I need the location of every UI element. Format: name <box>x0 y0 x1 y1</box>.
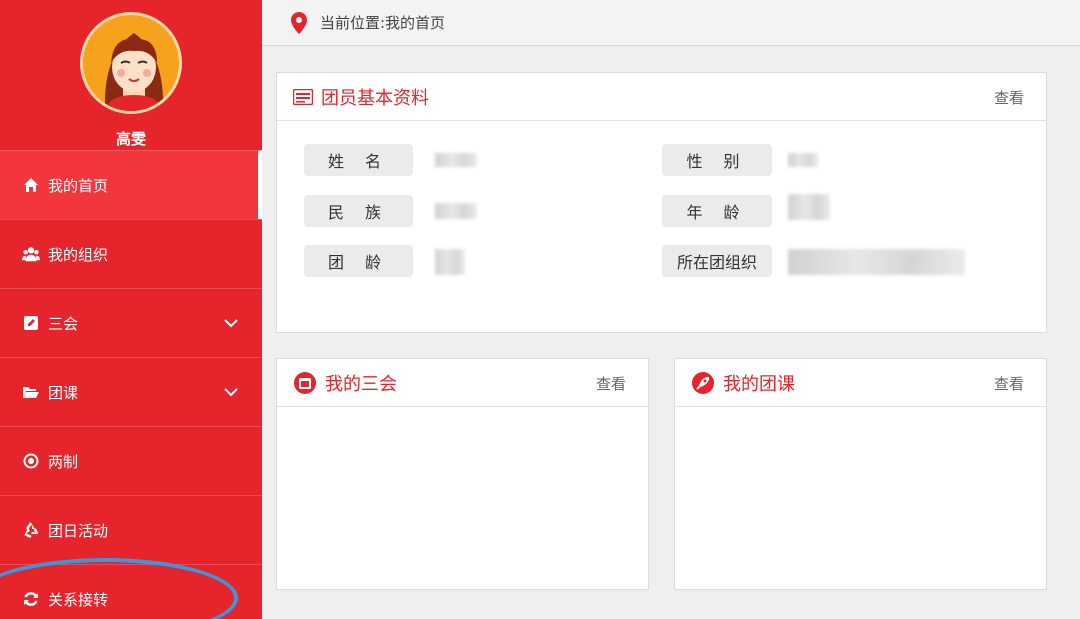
user-profile: 高雯 <box>0 0 262 150</box>
sidebar-item-transfer[interactable]: 关系接转 <box>0 564 262 619</box>
location-bar: 当前位置:我的首页 <box>262 0 1080 46</box>
league-courses-panel: 我的团课 查看 <box>674 358 1047 590</box>
panel-title: 团员基本资料 <box>321 87 429 109</box>
recycle-icon <box>22 521 40 539</box>
view-link[interactable]: 查看 <box>596 373 626 394</box>
view-link[interactable]: 查看 <box>994 87 1024 108</box>
sidebar-item-courses[interactable]: 团课 <box>0 357 262 426</box>
sidebar: 高雯 我的首页 我的组织 三会 团课 两制 团日活动 关系接转 <box>0 0 262 619</box>
organization-value-redacted <box>788 249 965 275</box>
panel-title: 我的三会 <box>325 373 397 395</box>
sidebar-item-two-systems[interactable]: 两制 <box>0 426 262 495</box>
member-info-panel: 团员基本资料 查看 姓 名 性 别 民 族 年 龄 团 龄 所在团组织 <box>276 72 1047 333</box>
breadcrumb: 当前位置:我的首页 <box>320 14 446 32</box>
league-age-label: 团 龄 <box>304 245 413 277</box>
sidebar-item-home[interactable]: 我的首页 <box>0 150 262 219</box>
panel-header: 团员基本资料 查看 <box>277 73 1046 121</box>
location-pin-icon <box>291 11 307 34</box>
list-icon <box>293 88 313 105</box>
username: 高雯 <box>115 130 146 148</box>
ethnicity-label: 民 族 <box>304 195 413 227</box>
sidebar-item-label: 团课 <box>48 383 79 402</box>
avatar-illustration <box>104 33 164 111</box>
sidebar-item-league-day[interactable]: 团日活动 <box>0 495 262 564</box>
age-label: 年 龄 <box>662 195 772 227</box>
home-icon <box>22 176 40 194</box>
view-link[interactable]: 查看 <box>994 373 1024 394</box>
avatar <box>80 12 182 114</box>
sidebar-item-label: 三会 <box>48 314 79 333</box>
organization-label: 所在团组织 <box>662 245 772 277</box>
sidebar-item-three-meetings[interactable]: 三会 <box>0 288 262 357</box>
panel-header: 我的团课 查看 <box>675 359 1046 407</box>
meeting-icon <box>294 371 316 394</box>
panel-header: 我的三会 查看 <box>277 359 648 407</box>
sidebar-item-label: 两制 <box>48 452 79 471</box>
rocket-icon <box>692 371 714 394</box>
sidebar-item-label: 我的首页 <box>48 176 109 195</box>
refresh-icon <box>22 590 40 608</box>
edit-icon <box>22 314 40 332</box>
name-label: 姓 名 <box>304 144 413 176</box>
three-meetings-panel: 我的三会 查看 <box>276 358 649 590</box>
name-value-redacted <box>435 153 477 167</box>
sidebar-item-label: 关系接转 <box>48 590 109 609</box>
panel-title: 我的团课 <box>723 373 795 395</box>
target-icon <box>22 452 40 470</box>
gender-value-redacted <box>788 153 818 167</box>
sidebar-item-label: 团日活动 <box>48 521 109 540</box>
users-icon <box>22 245 40 263</box>
sidebar-item-label: 我的组织 <box>48 245 109 264</box>
gender-label: 性 别 <box>662 144 772 176</box>
league-age-value-redacted <box>435 249 465 275</box>
chevron-down-icon[interactable] <box>224 316 238 330</box>
ethnicity-value-redacted <box>435 203 477 219</box>
age-value-redacted <box>788 194 830 220</box>
sidebar-item-organization[interactable]: 我的组织 <box>0 219 262 288</box>
folder-open-icon <box>22 383 40 401</box>
chevron-down-icon[interactable] <box>224 385 238 399</box>
